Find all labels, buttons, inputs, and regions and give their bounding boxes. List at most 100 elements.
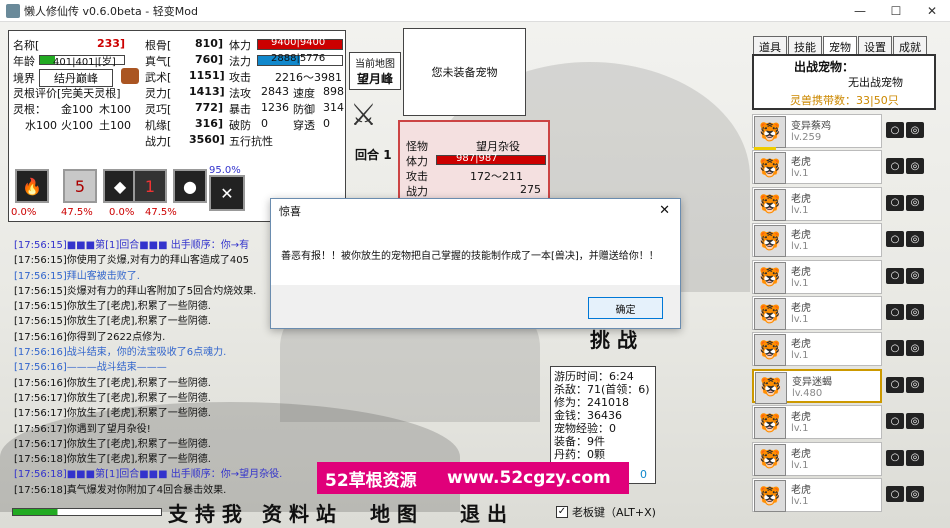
boss-key-checkbox[interactable]: ✓ <box>556 506 568 518</box>
pet-name: 老虎 <box>791 266 811 278</box>
release-icon[interactable]: ◎ <box>906 376 924 393</box>
zhanli-value: 3560] <box>189 133 225 146</box>
skill-cooldown: 1 <box>144 176 156 196</box>
log-line: [17:56:18]真气爆发对你附加了4回合暴击效果. <box>14 483 276 498</box>
lingqiao-label: 灵巧[ <box>145 103 172 116</box>
atk-label: 攻击 <box>229 71 251 84</box>
elem-value: 抗性 <box>251 135 273 148</box>
log-message: 你放生了[老虎],积累了一些阴德. <box>66 377 211 389</box>
speed-label: 速度 <box>293 87 315 100</box>
equipped-pet-box[interactable]: 您未装备宠物 <box>403 28 526 116</box>
log-line: [17:56:17]你放生了[老虎],积累了一些阴德. <box>14 437 276 452</box>
log-message: 你放生了[老虎],积累了一些阴德. <box>66 392 211 404</box>
pet-exp-bar <box>754 147 776 150</box>
data-site-button[interactable]: 资 料 站 <box>262 498 336 527</box>
release-icon[interactable]: ◎ <box>906 267 924 284</box>
pet-name: 变异迷蝎 <box>792 376 832 388</box>
release-icon[interactable]: ◎ <box>906 158 924 175</box>
lightbulb-icon[interactable]: ○ <box>886 231 904 248</box>
zhenqi-value: 760] <box>195 53 223 66</box>
log-time: [17:56:15] <box>14 285 67 297</box>
dialog-close-icon[interactable]: ✕ <box>659 203 670 218</box>
watermark-banner: 52草根资源 www.52cgzy.com <box>317 462 629 494</box>
skill-icon-2[interactable]: 5 <box>63 169 97 203</box>
elem-label: 五行 <box>229 135 251 148</box>
lightbulb-icon[interactable]: ○ <box>886 340 904 357</box>
log-time: [17:56:15] <box>14 240 67 251</box>
carry-value: 33|50只 <box>856 94 899 107</box>
pet-list-item[interactable]: 🐯 老虎 lv.1 <box>752 478 882 512</box>
log-message: 你放生了[老虎],积累了一些阴德. <box>66 438 211 450</box>
pet-list-item[interactable]: 🐯 老虎 lv.1 <box>752 296 882 330</box>
realm-label: 境界 <box>13 72 35 85</box>
stat-kills: 杀敌：71(首领：6) <box>554 383 650 396</box>
pet-level: lv.1 <box>791 423 809 435</box>
current-map-box[interactable]: 当前地图 望月峰 <box>349 52 401 90</box>
log-message: 炎爆对有力的拜山客附加了5回合灼烧效果. <box>66 285 257 297</box>
lightbulb-icon[interactable]: ○ <box>886 122 904 138</box>
crossed-swords-icon[interactable]: ✕ <box>209 175 245 211</box>
round-value: 1 <box>383 148 392 162</box>
stat-pet-exp: 宠物经验：0 <box>554 422 616 435</box>
dialog-ok-button[interactable]: 确定 <box>588 297 663 319</box>
release-icon[interactable]: ◎ <box>906 304 924 320</box>
log-time: [17:56:15] <box>14 316 67 328</box>
watermark-left: 52草根资源 <box>325 470 417 491</box>
release-icon[interactable]: ◎ <box>906 340 924 357</box>
log-line: [17:56:16]你得到了2622点修为. <box>14 330 276 345</box>
pet-list-item[interactable]: 🐯 老虎 lv.1 <box>752 441 882 476</box>
map-button[interactable]: 地 图 <box>370 498 417 527</box>
pet-level: lv.1 <box>791 277 809 289</box>
carry-label: 灵兽携带数： <box>790 94 856 107</box>
pet-level: lv.1 <box>791 350 809 362</box>
lightbulb-icon[interactable]: ○ <box>886 158 904 175</box>
skill-pct-2: 47.5% <box>61 207 93 218</box>
pet-list-item[interactable]: 🐯 变异蔡鸡 lv.259 <box>752 114 882 148</box>
skill-pct-5: 95.0% <box>209 165 241 176</box>
root-wood: 木100 <box>99 103 131 116</box>
skill-icon-4[interactable]: 1 <box>133 169 167 203</box>
release-icon[interactable]: ◎ <box>906 122 924 138</box>
minimize-button[interactable]: — <box>842 0 878 22</box>
release-icon[interactable]: ◎ <box>906 413 924 430</box>
lightbulb-icon[interactable]: ○ <box>886 376 904 393</box>
support-button[interactable]: 支 持 我 <box>168 498 242 527</box>
pet-list-item[interactable]: 🐯 老虎 lv.1 <box>752 259 882 294</box>
orb-skill-icon[interactable]: ● <box>173 169 207 203</box>
pet-list-item[interactable]: 🐯 老虎 lv.1 <box>752 223 882 258</box>
log-time: [17:56:16] <box>14 377 67 389</box>
lightbulb-icon[interactable]: ○ <box>886 194 904 211</box>
genggu-value: 810] <box>195 37 223 50</box>
pet-avatar-icon: 🐯 <box>755 371 787 404</box>
flame-skill-icon[interactable]: 🔥 <box>15 169 49 203</box>
release-icon[interactable]: ◎ <box>906 449 924 466</box>
diamond-skill-icon[interactable]: ◆ <box>103 169 137 203</box>
pet-list-item[interactable]: 🐯 老虎 lv.1 <box>752 332 882 367</box>
enemy-atk-value: 172～211 <box>470 170 523 183</box>
pet-list-item[interactable]: 🐯 老虎 lv.1 <box>752 186 882 221</box>
release-icon[interactable]: ◎ <box>906 194 924 211</box>
lightbulb-icon[interactable]: ○ <box>886 486 904 502</box>
stat-extra: 0 <box>640 468 647 481</box>
close-button[interactable]: ✕ <box>914 0 950 22</box>
maximize-button[interactable]: ☐ <box>878 0 914 22</box>
log-line: [17:56:17]你遇到了望月杂役! <box>14 422 276 437</box>
matk-label: 法攻 <box>229 87 251 100</box>
lightbulb-icon[interactable]: ○ <box>886 267 904 284</box>
exit-button[interactable]: 退 出 <box>460 498 507 527</box>
name-label: 名称[ <box>13 39 40 52</box>
skill-cooldown: 5 <box>74 176 86 196</box>
log-time: [17:56:16] <box>14 331 67 343</box>
release-icon[interactable]: ◎ <box>906 231 924 248</box>
dialog-title-bar: 惊喜 <box>271 199 680 223</box>
wuyi-value: 1151] <box>189 69 225 82</box>
def-value: 314 <box>323 101 344 114</box>
lightbulb-icon[interactable]: ○ <box>886 304 904 320</box>
pet-list-item[interactable]: 🐯 变异迷蝎 lv.480 <box>752 368 882 404</box>
lightbulb-icon[interactable]: ○ <box>886 449 904 466</box>
release-icon[interactable]: ◎ <box>906 486 924 502</box>
realm-upgrade-icon[interactable] <box>121 68 139 84</box>
lightbulb-icon[interactable]: ○ <box>886 413 904 430</box>
pet-list-item[interactable]: 🐯 老虎 lv.1 <box>752 150 882 185</box>
pet-list-item[interactable]: 🐯 老虎 lv.1 <box>752 405 882 440</box>
